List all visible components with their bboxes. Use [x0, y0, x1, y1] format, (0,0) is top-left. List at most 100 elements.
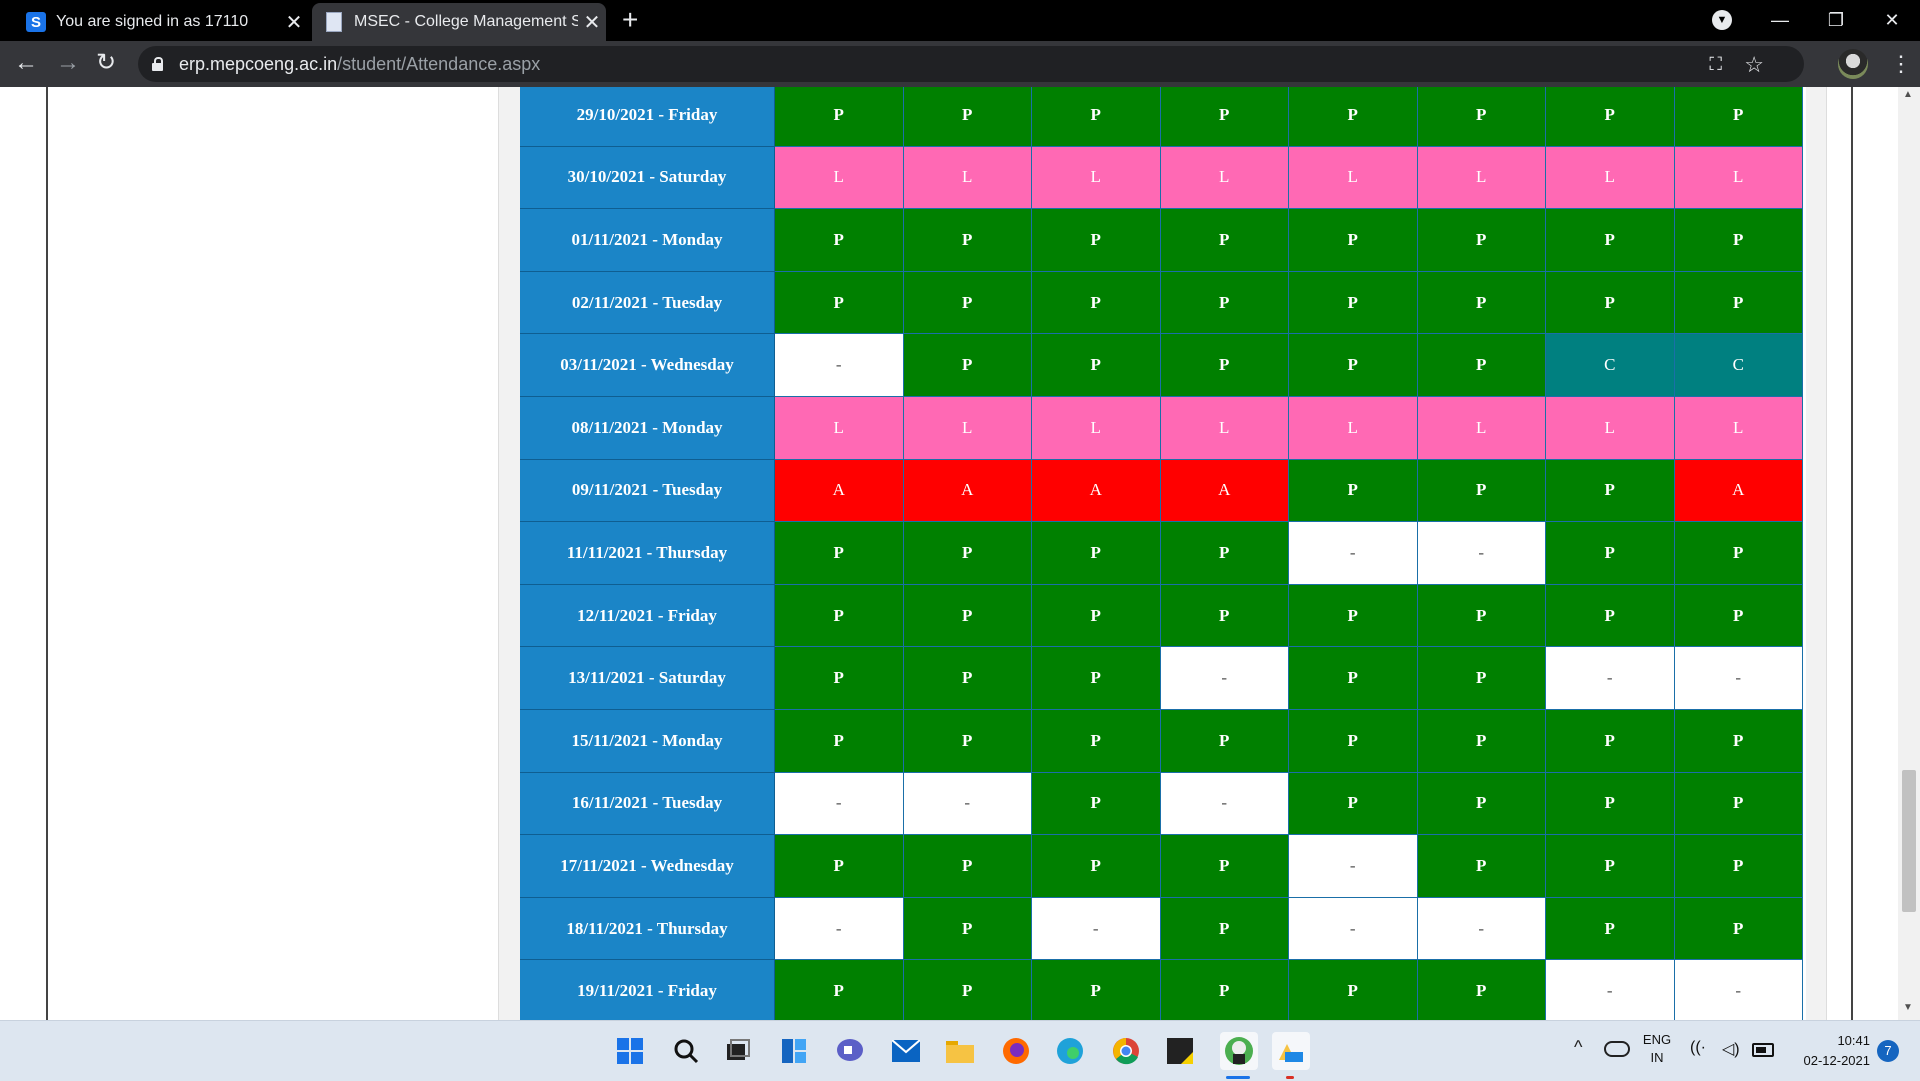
- attendance-cell: P: [903, 271, 1032, 335]
- attendance-row: 17/11/2021 - Wednesday P P P P - P P P: [520, 835, 1803, 898]
- attendance-cell: -: [1674, 960, 1803, 1020]
- attendance-cell: -: [1546, 960, 1675, 1020]
- volume-icon[interactable]: ◁): [1722, 1039, 1740, 1059]
- attendance-cell: P: [1417, 584, 1546, 648]
- attendance-cell: A: [903, 459, 1032, 523]
- attendance-cell: -: [1160, 647, 1289, 710]
- widgets-icon[interactable]: [778, 1035, 810, 1067]
- attendance-cell: P: [775, 835, 904, 898]
- attendance-cell: P: [903, 584, 1032, 648]
- menu-icon[interactable]: ⋮: [1890, 47, 1912, 81]
- attendance-cell: P: [1032, 271, 1161, 335]
- attendance-row: 09/11/2021 - Tuesday A A A A P P P A: [520, 459, 1803, 523]
- start-icon[interactable]: [614, 1035, 646, 1067]
- chat-icon[interactable]: [834, 1035, 866, 1067]
- attendance-cell: P: [1289, 271, 1418, 335]
- close-icon[interactable]: ✕: [280, 10, 308, 35]
- battery-icon[interactable]: [1752, 1043, 1774, 1057]
- edge-icon[interactable]: [1054, 1035, 1086, 1067]
- attendance-cell: P: [1546, 772, 1675, 836]
- scrollbar[interactable]: ▲ ▼: [1898, 87, 1920, 1020]
- address-bar[interactable]: erp.mepcoeng.ac.in/student/Attendance.as…: [138, 46, 1804, 82]
- attendance-cell: P: [903, 709, 1032, 773]
- attendance-date: 11/11/2021 - Thursday: [520, 522, 775, 585]
- close-icon[interactable]: ✕: [578, 10, 606, 35]
- attendance-date: 16/11/2021 - Tuesday: [520, 772, 775, 836]
- attendance-cell: P: [1546, 522, 1675, 585]
- active-app-indicator: [1226, 1076, 1250, 1079]
- star-icon[interactable]: ☆: [1744, 52, 1764, 78]
- attendance-cell: P: [1289, 209, 1418, 272]
- attendance-cell: L: [903, 396, 1032, 460]
- attendance-cell: P: [1032, 647, 1161, 710]
- new-tab-button[interactable]: +: [622, 6, 638, 34]
- files-icon[interactable]: [1272, 1032, 1310, 1070]
- attendance-cell: P: [1546, 209, 1675, 272]
- url-text[interactable]: erp.mepcoeng.ac.in/student/Attendance.as…: [179, 54, 540, 75]
- reload-icon[interactable]: ↻: [96, 49, 116, 77]
- notification-badge[interactable]: 7: [1877, 1040, 1899, 1062]
- attendance-row: 16/11/2021 - Tuesday - - P - P P P P: [520, 772, 1803, 836]
- attendance-cell: P: [775, 960, 904, 1020]
- translate-icon[interactable]: ⛶: [1709, 54, 1722, 75]
- attendance-cell: P: [1674, 522, 1803, 585]
- search-icon[interactable]: [670, 1035, 702, 1067]
- attendance-cell: L: [1289, 396, 1418, 460]
- attendance-cell: P: [1160, 87, 1289, 147]
- attendance-date: 19/11/2021 - Friday: [520, 960, 775, 1020]
- attendance-cell: P: [1674, 584, 1803, 648]
- attendance-cell: P: [903, 647, 1032, 710]
- scroll-thumb[interactable]: [1902, 770, 1916, 912]
- tab-msec[interactable]: MSEC - College Management Sys ✕: [312, 3, 606, 41]
- attendance-cell: P: [1160, 709, 1289, 773]
- attendance-row: 02/11/2021 - Tuesday P P P P P P P P: [520, 271, 1803, 335]
- forward-icon[interactable]: →: [56, 49, 80, 77]
- attendance-cell: P: [775, 522, 904, 585]
- mail-icon[interactable]: [890, 1035, 922, 1067]
- attendance-table: 29/10/2021 - Friday P P P P P P P P 30/10/2021 - …: [520, 87, 1803, 1020]
- chrome-icon[interactable]: [1110, 1035, 1142, 1067]
- attendance-date: 08/11/2021 - Monday: [520, 396, 775, 460]
- attendance-cell: L: [1160, 396, 1289, 460]
- attendance-date: 03/11/2021 - Wednesday: [520, 334, 775, 397]
- tab-signed-in[interactable]: S You are signed in as 17110 ✕: [10, 3, 308, 41]
- file-explorer-icon[interactable]: [944, 1035, 976, 1067]
- scroll-down-icon[interactable]: ▼: [1903, 1002, 1913, 1013]
- clock[interactable]: 10:41 02-12-2021: [1788, 1031, 1871, 1071]
- cloud-icon[interactable]: [1604, 1041, 1630, 1057]
- attendance-cell: P: [1160, 522, 1289, 585]
- attendance-cell: L: [1546, 146, 1675, 210]
- attendance-cell: P: [1289, 459, 1418, 523]
- tab-search-icon[interactable]: ▼: [1712, 10, 1732, 30]
- back-icon[interactable]: ←: [14, 49, 38, 77]
- sticky-notes-icon[interactable]: [1164, 1035, 1196, 1067]
- attendance-cell: P: [1289, 960, 1418, 1020]
- task-view-icon[interactable]: [722, 1035, 754, 1067]
- attendance-cell: P: [1417, 87, 1546, 147]
- chevron-up-icon[interactable]: ^: [1574, 1037, 1582, 1058]
- close-window-icon[interactable]: ✕: [1864, 0, 1920, 41]
- lock-icon[interactable]: [152, 57, 163, 71]
- attendance-cell: P: [1546, 835, 1675, 898]
- attendance-date: 12/11/2021 - Friday: [520, 584, 775, 648]
- profile-avatar[interactable]: [1838, 49, 1868, 79]
- attendance-cell: L: [1032, 396, 1161, 460]
- attendance-cell: -: [1674, 647, 1803, 710]
- attendance-cell: P: [1674, 209, 1803, 272]
- attendance-cell: P: [1289, 584, 1418, 648]
- scroll-up-icon[interactable]: ▲: [1903, 89, 1913, 100]
- minimize-icon[interactable]: —: [1752, 0, 1808, 41]
- language-indicator[interactable]: ENG IN: [1640, 1031, 1674, 1067]
- firefox-icon[interactable]: [1000, 1035, 1032, 1067]
- attendance-cell: -: [775, 334, 904, 397]
- chrome-profile-icon[interactable]: [1220, 1032, 1258, 1070]
- attendance-cell: P: [1289, 647, 1418, 710]
- attendance-cell: C: [1546, 334, 1675, 397]
- attendance-cell: C: [1674, 334, 1803, 397]
- wifi-icon[interactable]: ((·: [1690, 1039, 1706, 1057]
- restore-icon[interactable]: ❐: [1808, 0, 1864, 41]
- attendance-cell: P: [1546, 897, 1675, 961]
- attendance-cell: P: [903, 835, 1032, 898]
- attendance-cell: P: [775, 209, 904, 272]
- attendance-row: 19/11/2021 - Friday P P P P P P - -: [520, 960, 1803, 1020]
